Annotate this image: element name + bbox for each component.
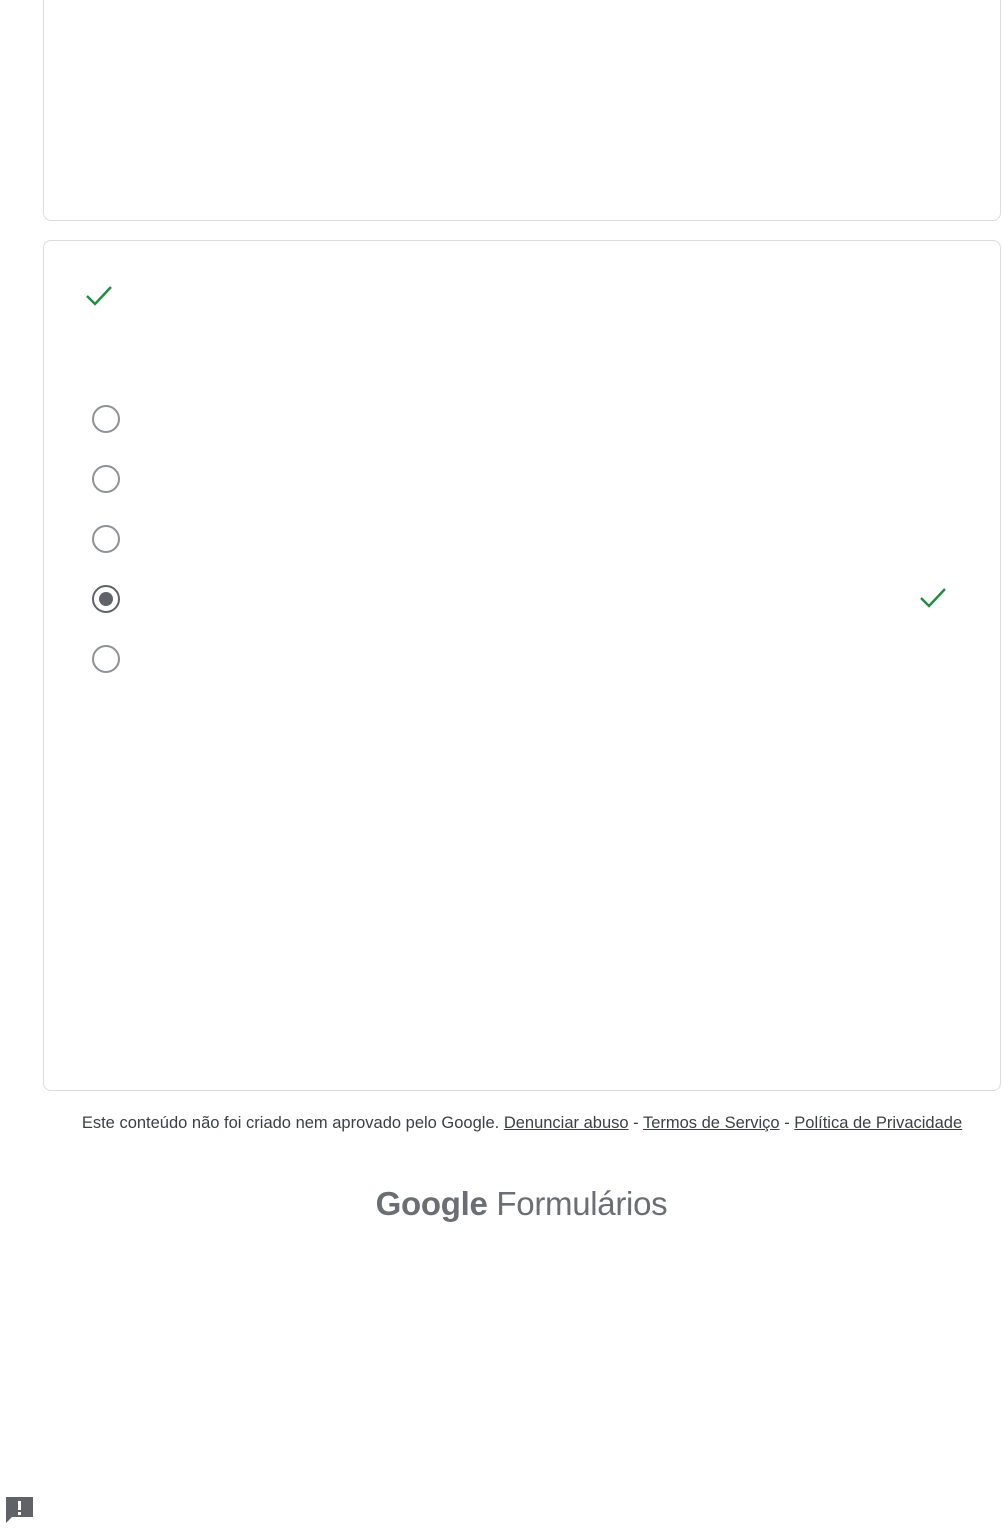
answer-option[interactable]	[90, 405, 970, 465]
radio-button[interactable]	[92, 405, 120, 433]
privacy-link[interactable]: Política de Privacidade	[794, 1114, 962, 1132]
check-icon	[86, 286, 112, 306]
report-icon[interactable]	[4, 1495, 35, 1526]
answer-option-selected[interactable]	[90, 585, 970, 645]
google-forms-logo[interactable]: Google Formulários	[0, 1185, 1003, 1223]
radio-button[interactable]	[92, 465, 120, 493]
question-card	[43, 240, 1001, 1091]
disclaimer-text: Este conteúdo não foi criado nem aprovad…	[81, 1114, 500, 1132]
report-abuse-link[interactable]: Denunciar abuso	[504, 1114, 629, 1132]
radio-button-selected[interactable]	[92, 585, 120, 613]
answer-options	[90, 405, 970, 705]
separator: -	[784, 1114, 790, 1132]
answer-option[interactable]	[90, 645, 970, 705]
form-page: Este conteúdo não foi criado nem aprovad…	[0, 0, 1003, 1531]
answer-option[interactable]	[90, 465, 970, 525]
terms-link[interactable]: Termos de Serviço	[643, 1114, 780, 1132]
radio-button[interactable]	[92, 525, 120, 553]
footer: Este conteúdo não foi criado nem aprovad…	[60, 1113, 984, 1134]
answer-option[interactable]	[90, 525, 970, 585]
previous-question-card	[43, 0, 1001, 221]
check-icon	[920, 588, 946, 608]
separator: -	[633, 1114, 639, 1132]
radio-button[interactable]	[92, 645, 120, 673]
product-name: Formulários	[496, 1185, 668, 1222]
google-wordmark: Google	[375, 1185, 488, 1222]
